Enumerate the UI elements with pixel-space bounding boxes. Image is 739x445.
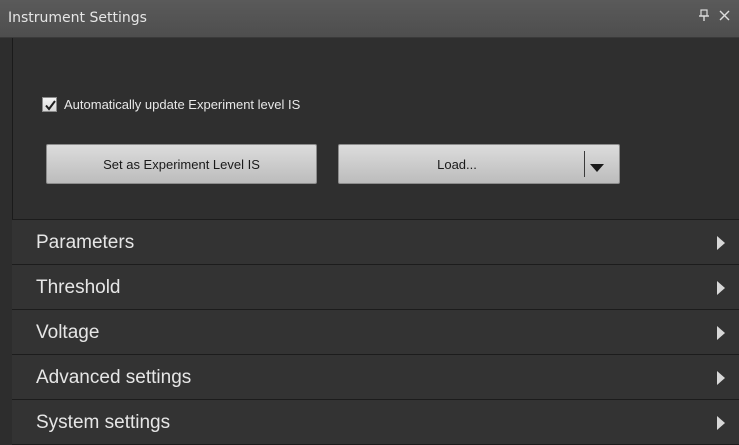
section-threshold[interactable]: Threshold xyxy=(12,265,739,310)
section-label: Parameters xyxy=(36,232,135,253)
auto-update-checkbox[interactable] xyxy=(42,97,57,112)
load-split-button[interactable]: Load... xyxy=(338,144,620,184)
section-parameters[interactable]: Parameters xyxy=(12,220,739,265)
triangle-right-icon xyxy=(717,326,725,345)
section-system-settings[interactable]: System settings xyxy=(12,400,739,445)
set-experiment-level-button[interactable]: Set as Experiment Level IS xyxy=(46,144,317,184)
triangle-down-icon[interactable] xyxy=(590,160,604,175)
panel-titlebar: Instrument Settings xyxy=(0,0,739,38)
set-experiment-level-label: Set as Experiment Level IS xyxy=(103,157,260,172)
section-advanced-settings[interactable]: Advanced settings xyxy=(12,355,739,400)
close-icon[interactable] xyxy=(719,8,730,24)
triangle-right-icon xyxy=(717,236,725,255)
instrument-settings-panel: Instrument Settings Automatically update… xyxy=(0,0,739,445)
section-label: Threshold xyxy=(36,277,121,298)
load-button-label: Load... xyxy=(437,157,477,172)
pin-icon[interactable] xyxy=(699,8,709,24)
triangle-right-icon xyxy=(717,416,725,435)
section-label: Voltage xyxy=(36,322,100,343)
split-divider xyxy=(584,151,585,177)
panel-title: Instrument Settings xyxy=(8,10,147,26)
triangle-right-icon xyxy=(717,281,725,300)
section-label: System settings xyxy=(36,412,171,433)
auto-update-label: Automatically update Experiment level IS xyxy=(64,97,301,112)
triangle-right-icon xyxy=(717,371,725,390)
checkmark-icon xyxy=(45,100,56,111)
section-voltage[interactable]: Voltage xyxy=(12,310,739,355)
section-label: Advanced settings xyxy=(36,367,192,388)
